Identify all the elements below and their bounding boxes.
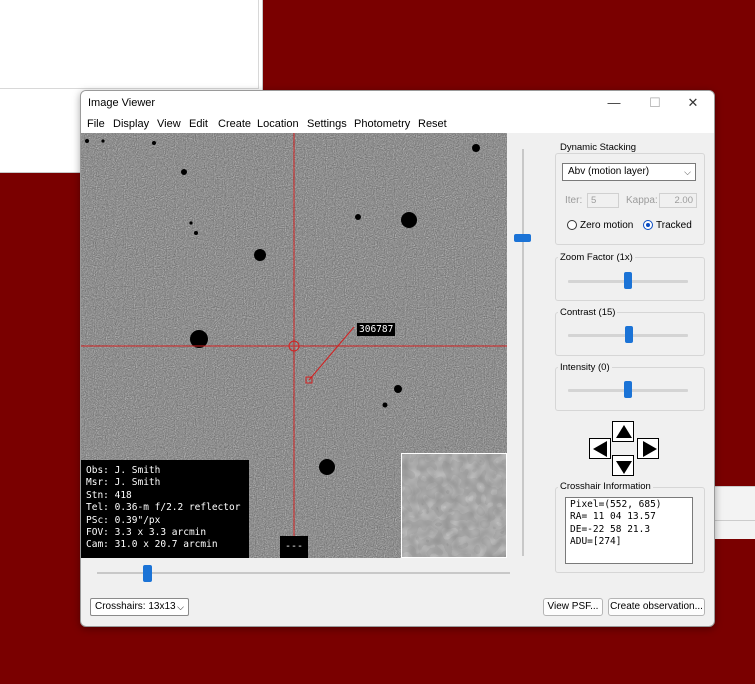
- info-line: FOV: 3.3 x 3.3 arcmin: [86, 527, 207, 539]
- info-line: Obs: J. Smith: [86, 465, 161, 476]
- zero-motion-label[interactable]: Zero motion: [580, 220, 633, 231]
- zoom-factor-label: Zoom Factor (1x): [558, 252, 635, 263]
- view-psf-button[interactable]: View PSF...: [543, 598, 603, 616]
- maximize-icon[interactable]: ☐: [640, 93, 670, 113]
- arrow-down-icon: [616, 461, 632, 474]
- arrow-up-icon: [616, 425, 632, 438]
- pan-right-button[interactable]: [637, 438, 659, 459]
- background-window-border: [0, 0, 259, 89]
- tracked-radio[interactable]: [643, 220, 653, 230]
- menu-location[interactable]: Location: [257, 118, 299, 130]
- menu-bar: File Display View Edit Create Location S…: [81, 115, 714, 133]
- info-line: Msr: J. Smith: [86, 477, 161, 489]
- iter-label: Iter:: [565, 195, 583, 206]
- crosshair-info-text[interactable]: Pixel=(552, 685) RA= 11 04 13.57 DE=-22 …: [565, 497, 693, 564]
- menu-view[interactable]: View: [157, 118, 181, 130]
- intensity-label: Intensity (0): [558, 362, 612, 373]
- menu-edit[interactable]: Edit: [189, 118, 208, 130]
- kappa-input[interactable]: 2.00: [659, 193, 697, 208]
- menu-reset[interactable]: Reset: [418, 118, 447, 130]
- background-window-3-line: [712, 520, 755, 521]
- pan-up-button[interactable]: [612, 421, 634, 442]
- minimize-icon[interactable]: —: [599, 93, 629, 113]
- crosshair-info-title: Crosshair Information: [558, 481, 653, 492]
- contrast-label: Contrast (15): [558, 307, 618, 318]
- zero-motion-radio[interactable]: [567, 220, 577, 230]
- pan-down-button[interactable]: [612, 455, 634, 476]
- menu-display[interactable]: Display: [113, 118, 149, 130]
- iter-input[interactable]: 5: [587, 193, 619, 208]
- info-line: Tel: 0.36-m f/2.2 reflector: [86, 502, 241, 514]
- menu-file[interactable]: File: [87, 118, 105, 130]
- menu-photometry[interactable]: Photometry: [354, 118, 410, 130]
- menu-settings[interactable]: Settings: [307, 118, 347, 130]
- kappa-label: Kappa:: [626, 195, 658, 206]
- contrast-slider-thumb[interactable]: [625, 326, 633, 343]
- zoom-thumbnail: [401, 453, 507, 558]
- dynamic-stacking-title: Dynamic Stacking: [558, 142, 639, 153]
- astronomical-image[interactable]: 306787 Obs: J. Smith Msr: J. Smith Stn: …: [81, 133, 507, 558]
- vertical-slider-track[interactable]: [522, 149, 524, 556]
- background-window-2: [0, 92, 82, 173]
- menu-create[interactable]: Create: [218, 118, 251, 130]
- arrow-right-icon: [643, 441, 657, 457]
- chevron-down-icon: ⌵: [684, 167, 691, 177]
- readout-box: ---: [280, 536, 308, 558]
- pan-left-button[interactable]: [589, 438, 611, 459]
- arrow-left-icon: [593, 441, 607, 457]
- info-line: Stn: 418: [86, 489, 132, 501]
- chevron-down-icon: ⌵: [177, 602, 184, 612]
- horizontal-slider-track[interactable]: [97, 572, 510, 574]
- background-window-3: [712, 486, 755, 539]
- zoom-slider-thumb[interactable]: [624, 272, 632, 289]
- object-id-label: 306787: [357, 323, 396, 336]
- window-title: Image Viewer: [88, 97, 156, 109]
- stacking-mode-value: Abv (motion layer): [568, 166, 650, 177]
- stacking-mode-select[interactable]: Abv (motion layer) ⌵: [562, 163, 696, 181]
- horizontal-slider-thumb[interactable]: [143, 565, 152, 582]
- crosshairs-size-select[interactable]: Crosshairs: 13x13 ⌵: [90, 598, 189, 616]
- intensity-slider-thumb[interactable]: [624, 381, 632, 398]
- vertical-slider-thumb[interactable]: [514, 234, 531, 242]
- close-icon[interactable]: ✕: [678, 93, 708, 113]
- thumbnail-canvas: [402, 454, 506, 557]
- crosshairs-size-value: Crosshairs: 13x13: [95, 601, 176, 612]
- title-bar[interactable]: Image Viewer — ☐ ✕: [81, 91, 714, 115]
- info-line: Cam: 31.0 x 20.7 arcmin: [86, 539, 218, 551]
- image-viewer-window: Image Viewer — ☐ ✕ File Display View Edi…: [80, 90, 715, 627]
- info-line: PSc: 0.39"/px: [86, 514, 161, 526]
- observation-info-overlay: Obs: J. Smith Msr: J. Smith Stn: 418 Tel…: [81, 460, 249, 558]
- tracked-label[interactable]: Tracked: [656, 220, 692, 231]
- create-observation-button[interactable]: Create observation...: [608, 598, 705, 616]
